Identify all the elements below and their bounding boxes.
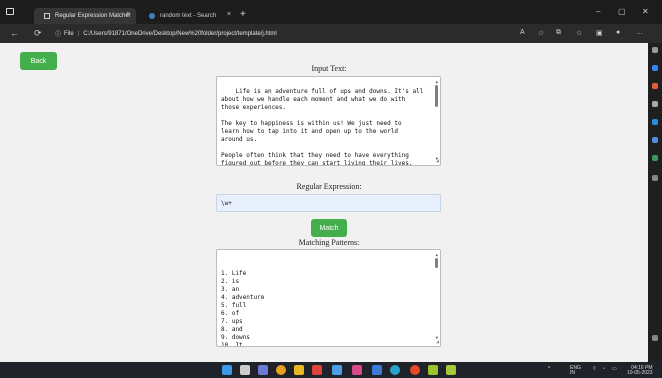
match-item: 2. is	[221, 278, 240, 285]
vscode-icon[interactable]	[372, 365, 382, 375]
scrollbar-thumb[interactable]	[435, 258, 438, 268]
match-item: 7. ups	[221, 318, 243, 325]
language-indicator[interactable]: ENG IN	[570, 366, 581, 376]
match-item: 1. Life	[221, 270, 247, 277]
search-icon[interactable]	[652, 47, 658, 53]
outlook-icon[interactable]	[652, 137, 658, 143]
windows-taskbar: ^ ENG IN ⌔ ◔ ▭ 04:16 PM 10-05-2023	[0, 362, 662, 378]
read-aloud-icon[interactable]: A	[520, 29, 525, 36]
close-window-button[interactable]: ✕	[642, 7, 649, 16]
page-icon	[44, 13, 50, 19]
app-icon[interactable]	[352, 365, 362, 375]
clock[interactable]: 04:16 PM 10-05-2023	[627, 366, 653, 376]
match-item: 9. downs	[221, 334, 250, 341]
tab-actions-icon[interactable]	[6, 8, 14, 15]
address-bar-area: ← ⟳ ⓘ File | C:/Users/91871/OneDrive/Des…	[0, 24, 662, 43]
match-item: 5. full	[221, 302, 247, 309]
match-button[interactable]: Match	[311, 219, 347, 237]
favorites-icon[interactable]: ☆	[576, 29, 582, 37]
url-separator: |	[77, 30, 80, 37]
resize-handle-icon[interactable]: ◢	[436, 338, 439, 346]
windows-start-icon[interactable]	[222, 365, 232, 375]
shopping-icon[interactable]	[652, 65, 658, 71]
sidebar-settings-icon[interactable]	[652, 335, 658, 341]
file-explorer-icon[interactable]	[294, 365, 304, 375]
scheme-label: File	[64, 30, 74, 37]
battery-icon[interactable]: ▭	[612, 366, 617, 372]
add-icon[interactable]	[652, 175, 658, 181]
maximize-button[interactable]: ▢	[618, 7, 626, 16]
wifi-icon[interactable]: ⌔	[592, 366, 597, 372]
browser-tab-bar: Regular Expression Matcher × random text…	[0, 0, 662, 24]
office-icon[interactable]	[652, 119, 658, 125]
close-tab-icon[interactable]: ×	[126, 11, 130, 18]
tab-search[interactable]: random text - Search ×	[141, 8, 237, 24]
favorite-icon[interactable]: ☆	[538, 29, 544, 37]
scrollbar-thumb[interactable]	[435, 85, 438, 107]
volume-icon[interactable]: ◔	[602, 366, 605, 372]
match-item: 4. adventure	[221, 294, 265, 301]
back-arrow-icon[interactable]: ←	[10, 28, 19, 38]
input-text-value: Life is an adventure full of ups and dow…	[221, 88, 424, 166]
tools-icon[interactable]	[652, 83, 658, 89]
page-content: Back Input Text: Life is an adventure fu…	[0, 43, 648, 362]
minimize-button[interactable]: –	[596, 7, 600, 16]
app-icon[interactable]	[312, 365, 322, 375]
edge-sidebar	[648, 43, 662, 362]
more-icon[interactable]: …	[636, 29, 643, 36]
collections-icon[interactable]: ▣	[596, 29, 603, 37]
reload-icon[interactable]: ⟳	[34, 28, 42, 39]
match-item: 6. of	[221, 310, 240, 317]
drop-icon[interactable]	[652, 155, 658, 161]
url-field[interactable]: ⓘ File | C:/Users/91871/OneDrive/Desktop…	[55, 27, 515, 40]
tray-chevron-icon[interactable]: ^	[548, 366, 550, 372]
resize-handle-icon[interactable]: ◢	[436, 157, 439, 165]
store-icon[interactable]	[332, 365, 342, 375]
games-icon[interactable]	[652, 101, 658, 107]
regex-label: Regular Expression:	[296, 182, 362, 191]
match-item: 3. an	[221, 286, 240, 293]
regex-value: \w+	[221, 199, 232, 207]
task-view-icon[interactable]	[258, 365, 268, 375]
opera-icon[interactable]	[410, 365, 420, 375]
close-tab-icon[interactable]: ×	[227, 11, 231, 18]
match-item: 10. It	[221, 342, 243, 347]
back-button[interactable]: Back	[20, 52, 57, 70]
region-label: IN	[570, 370, 575, 376]
input-text-label: Input Text:	[311, 64, 347, 73]
matches-textarea[interactable]: 1. Life 2. is 3. an 4. adventure 5. full 6. o…	[216, 249, 441, 347]
app-icon[interactable]	[428, 365, 438, 375]
chrome-icon[interactable]	[276, 365, 286, 375]
tab-label: random text - Search	[160, 13, 217, 19]
new-tab-button[interactable]: +	[240, 9, 246, 20]
match-item: 8. and	[221, 326, 243, 333]
search-icon[interactable]	[240, 365, 250, 375]
url-path: C:/Users/91871/OneDrive/Desktop/New%20fo…	[83, 30, 277, 37]
app-icon[interactable]	[446, 365, 456, 375]
regex-input[interactable]: \w+	[216, 194, 441, 212]
matching-patterns-label: Matching Patterns:	[298, 238, 360, 247]
split-screen-icon[interactable]: ⧉	[556, 29, 561, 37]
clock-date: 10-05-2023	[627, 370, 653, 376]
profile-icon[interactable]: ●	[616, 29, 620, 36]
search-engine-icon	[149, 13, 155, 19]
matches-list: 1. Life 2. is 3. an 4. adventure 5. full 6. o…	[221, 270, 424, 347]
input-textarea[interactable]: Life is an adventure full of ups and dow…	[216, 76, 441, 166]
info-icon[interactable]: ⓘ	[55, 29, 61, 38]
tab-regex-matcher[interactable]: Regular Expression Matcher ×	[34, 8, 136, 24]
tab-label: Regular Expression Matcher	[55, 13, 131, 19]
edge-icon[interactable]	[390, 365, 400, 375]
